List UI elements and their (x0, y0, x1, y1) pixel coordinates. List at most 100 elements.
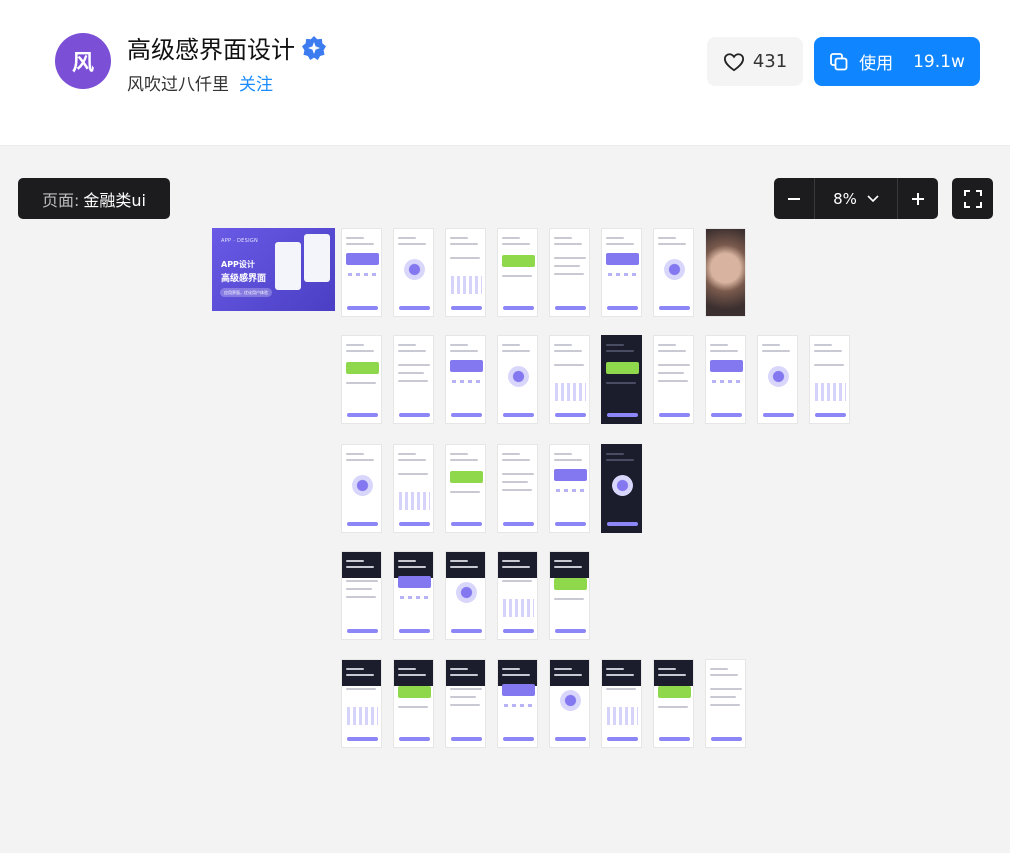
frame-thumbnail[interactable] (497, 659, 538, 748)
frame-thumbnail[interactable] (341, 551, 382, 640)
frame-thumbnail[interactable] (549, 335, 590, 424)
action-button-mock (503, 413, 534, 417)
frame-header (342, 660, 381, 686)
text-line (450, 237, 468, 239)
action-button-mock (711, 413, 742, 417)
frame-thumbnail[interactable] (393, 551, 434, 640)
frame-thumbnail[interactable] (393, 444, 434, 533)
frame-thumbnail[interactable] (549, 659, 590, 748)
frame-thumbnail[interactable] (549, 551, 590, 640)
text-line (398, 243, 426, 245)
frame-thumbnail[interactable] (549, 444, 590, 533)
frame-thumbnail[interactable] (601, 659, 642, 748)
text-line (502, 243, 530, 245)
text-line (554, 257, 586, 259)
action-button-mock (399, 413, 430, 417)
chart-circle (560, 690, 581, 711)
plus-icon (912, 192, 924, 205)
zoom-out-button[interactable] (774, 178, 814, 219)
text-line (606, 453, 624, 455)
text-line (346, 580, 378, 582)
action-button-mock (555, 737, 586, 741)
text-line (398, 453, 416, 455)
frame-thumbnail[interactable] (393, 228, 434, 317)
frame-thumbnail[interactable] (549, 228, 590, 317)
text-line (606, 668, 624, 670)
text-line (450, 491, 480, 493)
frame-header (342, 552, 381, 578)
frame-thumbnail[interactable] (445, 551, 486, 640)
frame-thumbnail[interactable] (445, 335, 486, 424)
like-button[interactable]: 431 (707, 37, 803, 86)
avatar[interactable]: 风 (55, 33, 111, 89)
action-button-mock (451, 629, 482, 633)
text-line (398, 668, 416, 670)
frame-thumbnail[interactable] (601, 228, 642, 317)
frame-thumbnail[interactable] (445, 444, 486, 533)
frame-thumbnail[interactable] (705, 228, 746, 317)
frame-thumbnail[interactable] (653, 228, 694, 317)
author-name[interactable]: 风吹过八仟里 (127, 75, 229, 95)
text-line (450, 566, 478, 568)
fullscreen-button[interactable] (952, 178, 993, 219)
frame-thumbnail[interactable] (653, 659, 694, 748)
zoom-level-dropdown[interactable]: 8% (815, 178, 897, 219)
action-button-mock (503, 629, 534, 633)
text-line (658, 668, 676, 670)
text-line (346, 566, 374, 568)
text-line (554, 265, 580, 267)
cover-banner-frame[interactable]: APP · DESIGN APP设计 高级感界面 应用界面，优化用户体验 (212, 228, 335, 311)
card (398, 576, 431, 588)
frame-thumbnail[interactable] (393, 659, 434, 748)
dots (556, 489, 586, 492)
text-line (502, 344, 520, 346)
card (710, 360, 743, 372)
frame-thumbnail[interactable] (497, 228, 538, 317)
text-line (398, 566, 426, 568)
text-line (554, 243, 582, 245)
frame-thumbnail[interactable] (341, 335, 382, 424)
zoom-level: 8% (833, 189, 857, 208)
action-button-mock (555, 413, 586, 417)
text-line (554, 453, 572, 455)
frame-thumbnail[interactable] (497, 444, 538, 533)
design-canvas[interactable]: 页面: 金融类ui 8% APP · DESIGN APP设计 高级感界面 应用… (0, 146, 1010, 853)
text-line (710, 674, 738, 676)
page-selector[interactable]: 页面: 金融类ui (18, 178, 170, 219)
frame-thumbnail[interactable] (601, 335, 642, 424)
text-line (398, 237, 416, 239)
text-line (502, 668, 520, 670)
frame-thumbnail[interactable] (757, 335, 798, 424)
card (346, 253, 379, 265)
frame-thumbnail[interactable] (497, 551, 538, 640)
frame-thumbnail[interactable] (705, 659, 746, 748)
frame-thumbnail[interactable] (601, 444, 642, 533)
text-line (450, 704, 480, 706)
text-line (606, 237, 624, 239)
use-button[interactable]: 使用 19.1w (814, 37, 980, 86)
frame-thumbnail[interactable] (341, 228, 382, 317)
action-button-mock (347, 737, 378, 741)
frame-thumbnail[interactable] (497, 335, 538, 424)
action-button-mock (451, 522, 482, 526)
zoom-in-button[interactable] (898, 178, 938, 219)
bar-chart (503, 599, 534, 617)
frame-thumbnail[interactable] (809, 335, 850, 424)
chart-circle (404, 259, 425, 280)
text-line (554, 566, 582, 568)
frame-thumbnail[interactable] (705, 335, 746, 424)
text-line (658, 237, 676, 239)
follow-link[interactable]: 关注 (239, 75, 273, 95)
frame-thumbnail[interactable] (445, 659, 486, 748)
zoom-control: 8% (774, 178, 938, 219)
text-line (450, 696, 476, 698)
card (502, 684, 535, 696)
bar-chart (451, 276, 482, 294)
frame-thumbnail[interactable] (341, 659, 382, 748)
frame-thumbnail[interactable] (445, 228, 486, 317)
heart-icon (723, 52, 744, 71)
text-line (658, 380, 688, 382)
frame-thumbnail[interactable] (341, 444, 382, 533)
frame-thumbnail[interactable] (393, 335, 434, 424)
frame-thumbnail[interactable] (653, 335, 694, 424)
